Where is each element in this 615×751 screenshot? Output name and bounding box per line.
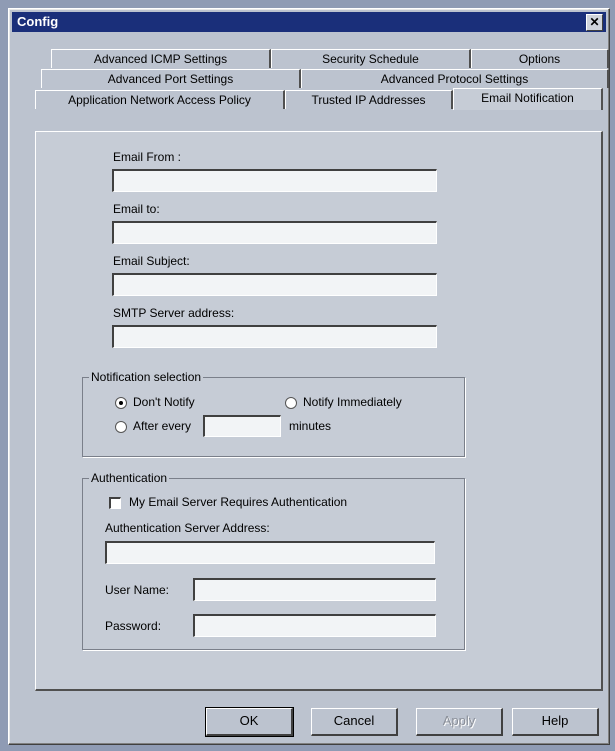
tab-advanced-protocol-settings[interactable]: Advanced Protocol Settings <box>301 69 609 88</box>
tab-label: Application Network Access Policy <box>68 93 251 107</box>
requires-auth-label: My Email Server Requires Authentication <box>129 495 348 509</box>
tab-label: Email Notification <box>481 91 574 105</box>
notify-immediately-radio[interactable] <box>285 397 297 409</box>
tab-label: Security Schedule <box>322 52 419 66</box>
tab-label: Trusted IP Addresses <box>311 93 426 107</box>
requires-auth-checkbox[interactable] <box>109 497 121 509</box>
tab-security-schedule[interactable]: Security Schedule <box>271 49 471 68</box>
email-from-label: Email From : <box>113 150 182 164</box>
dont-notify-label: Don't Notify <box>133 395 195 409</box>
username-input[interactable] <box>193 578 436 601</box>
authentication-group: Authentication My Email Server Requires … <box>82 471 465 650</box>
help-button[interactable]: Help <box>512 708 599 736</box>
ok-button[interactable]: OK <box>205 707 294 737</box>
email-subject-label: Email Subject: <box>113 254 190 268</box>
close-icon: ✕ <box>589 15 600 29</box>
cancel-button[interactable]: Cancel <box>311 708 398 736</box>
help-button-label: Help <box>541 713 569 728</box>
email-notification-panel: Email From : Email to: Email Subject: SM… <box>35 131 603 691</box>
tab-advanced-icmp-settings[interactable]: Advanced ICMP Settings <box>51 49 271 68</box>
tab-email-notification[interactable]: Email Notification <box>453 88 603 110</box>
password-input[interactable] <box>193 614 436 637</box>
config-dialog: Config ✕ Advanced ICMP Settings Security… <box>8 8 610 745</box>
minutes-label: minutes <box>289 419 332 433</box>
title-bar[interactable]: Config ✕ <box>12 12 606 32</box>
apply-button-label: Apply <box>442 713 476 728</box>
notification-selection-group: Notification selection Don't Notify Noti… <box>82 370 465 457</box>
after-every-label: After every <box>133 419 192 433</box>
apply-button[interactable]: Apply <box>416 708 503 736</box>
ok-button-label: OK <box>239 713 259 728</box>
smtp-server-label: SMTP Server address: <box>113 306 235 320</box>
close-button[interactable]: ✕ <box>586 14 603 31</box>
username-label: User Name: <box>105 583 170 597</box>
authentication-group-title: Authentication <box>89 471 170 485</box>
tab-label: Advanced Port Settings <box>107 72 234 86</box>
after-every-radio[interactable] <box>115 421 127 433</box>
dont-notify-radio[interactable] <box>115 397 127 409</box>
password-label: Password: <box>105 619 162 633</box>
auth-server-label: Authentication Server Address: <box>105 521 270 535</box>
email-subject-input[interactable] <box>112 273 437 296</box>
email-from-input[interactable] <box>112 169 437 192</box>
smtp-server-input[interactable] <box>112 325 437 348</box>
cancel-button-label: Cancel <box>333 713 375 728</box>
auth-server-input[interactable] <box>105 541 435 564</box>
window-title: Config <box>17 14 59 29</box>
tab-label: Options <box>518 52 561 66</box>
tab-label: Advanced ICMP Settings <box>93 52 228 66</box>
tab-advanced-port-settings[interactable]: Advanced Port Settings <box>41 69 301 88</box>
tab-application-network-access-policy[interactable]: Application Network Access Policy <box>35 90 285 109</box>
tab-trusted-ip-addresses[interactable]: Trusted IP Addresses <box>285 90 453 109</box>
email-to-label: Email to: <box>113 202 160 216</box>
notification-group-title: Notification selection <box>89 370 204 384</box>
notify-immediately-label: Notify Immediately <box>303 395 402 409</box>
minutes-input[interactable] <box>203 415 281 437</box>
tab-label: Advanced Protocol Settings <box>380 72 529 86</box>
tab-options[interactable]: Options <box>471 49 609 68</box>
email-to-input[interactable] <box>112 221 437 244</box>
